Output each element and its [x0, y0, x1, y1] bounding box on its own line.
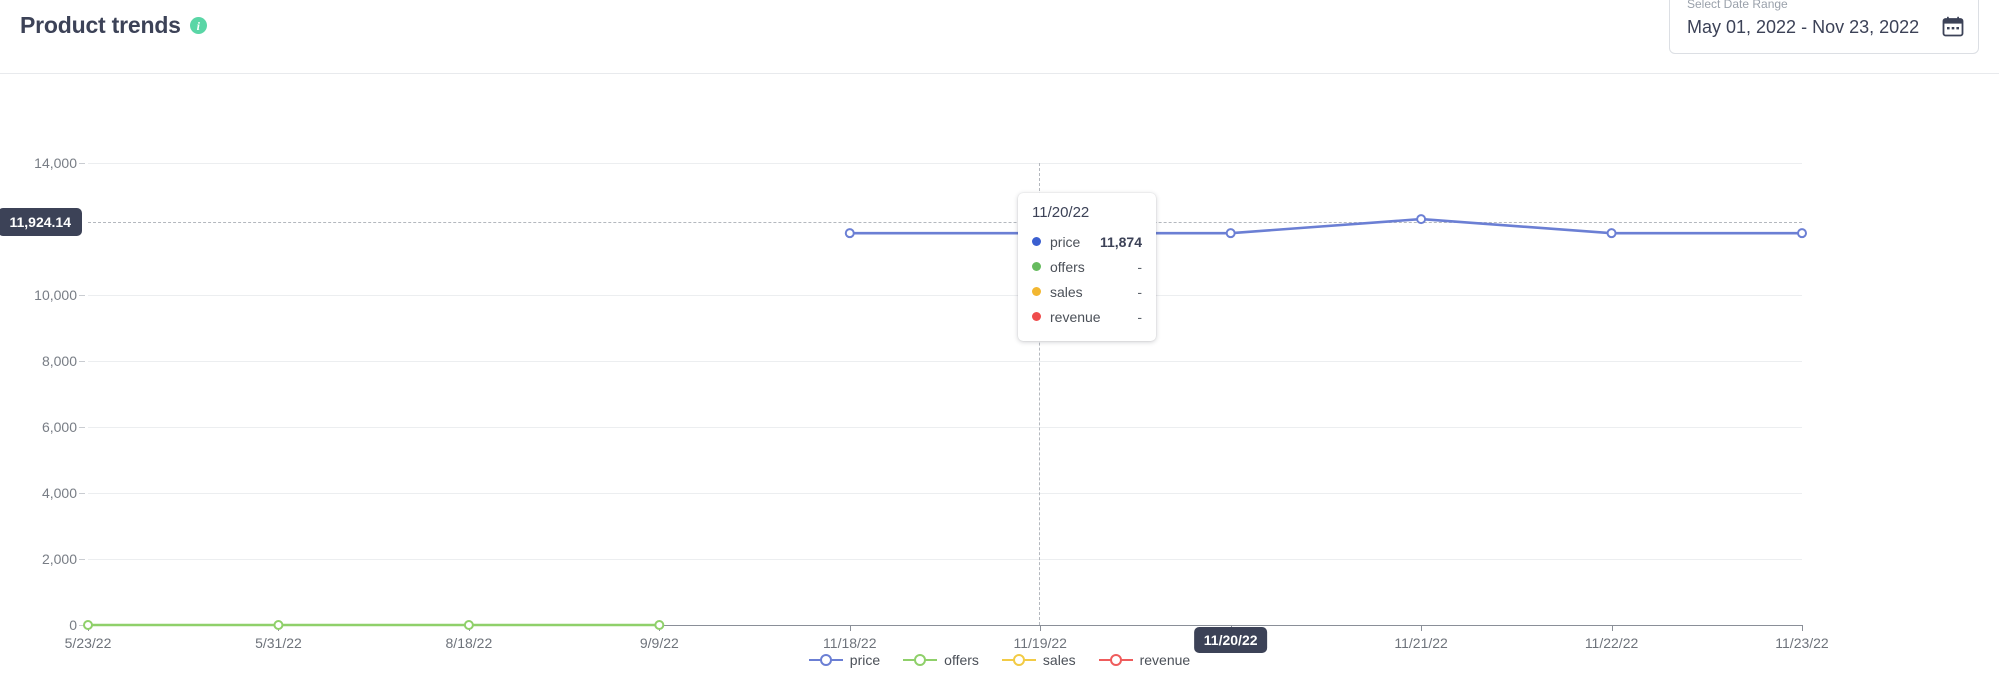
x-tick-label: 11/19/22 — [1013, 635, 1067, 651]
legend-item-sales[interactable]: sales — [1001, 652, 1076, 668]
tooltip-series-name: price — [1050, 233, 1081, 250]
date-range-picker[interactable]: Select Date Range May 01, 2022 - Nov 23,… — [1669, 0, 1979, 54]
tooltip-series-dot-icon — [1032, 262, 1041, 271]
legend-item-offers[interactable]: offers — [903, 652, 979, 668]
date-range-value: May 01, 2022 - Nov 23, 2022 — [1687, 17, 1920, 37]
page-header: Product trends i Select Date Range May 0… — [0, 0, 1999, 74]
y-tick-mark — [79, 427, 85, 428]
y-tick-label: 14,000 — [34, 155, 77, 171]
y-tick-label: 10,000 — [34, 287, 77, 303]
reference-value-badge: 11,924.14 — [0, 208, 82, 237]
legend-item-revenue[interactable]: revenue — [1098, 652, 1191, 668]
product-trends-chart: 0 2,000 4,000 6,000 8,000 10,000 14,000 5/23/2… — [0, 74, 1999, 687]
data-point[interactable] — [1417, 215, 1425, 223]
tooltip-series-name: sales — [1050, 283, 1083, 300]
tooltip-series-value: - — [1137, 258, 1142, 275]
series-offers — [84, 621, 663, 629]
tooltip-row: offers - — [1032, 254, 1142, 279]
x-tick-label: 11/23/22 — [1775, 635, 1829, 651]
legend-marker-icon — [808, 654, 843, 666]
x-tick-mark — [1611, 625, 1613, 631]
x-tick-label: 8/18/22 — [445, 635, 493, 651]
chart-series-layer — [88, 163, 1802, 625]
tooltip-row: sales - — [1032, 279, 1142, 304]
x-tick-label: 5/23/22 — [64, 635, 112, 651]
x-tick-label: 5/31/22 — [255, 635, 302, 651]
data-point[interactable] — [1608, 229, 1616, 237]
x-tick-mark — [849, 625, 851, 631]
legend-label: sales — [1042, 652, 1076, 668]
y-tick-mark — [79, 295, 85, 296]
data-point[interactable] — [655, 621, 663, 629]
y-tick-mark — [79, 163, 85, 164]
y-tick-label: 4,000 — [41, 485, 77, 501]
tooltip-series-dot-icon — [1032, 312, 1041, 321]
tooltip-date: 11/20/22 — [1032, 204, 1090, 221]
data-point[interactable] — [1227, 229, 1235, 237]
x-tick-label: 11/22/22 — [1584, 635, 1639, 651]
tooltip-series-value: - — [1137, 283, 1142, 300]
data-point[interactable] — [1798, 229, 1806, 237]
x-tick-label: 11/18/22 — [823, 635, 877, 651]
tooltip-series-name: offers — [1050, 258, 1085, 275]
x-tick-label: 9/9/22 — [639, 635, 679, 651]
tooltip-series-name: revenue — [1050, 308, 1101, 325]
data-point[interactable] — [84, 621, 92, 629]
tooltip-row: price 11,874 — [1032, 229, 1142, 254]
tooltip-series-dot-icon — [1032, 287, 1041, 296]
y-tick-label: 6,000 — [41, 419, 77, 435]
series-price — [846, 215, 1806, 237]
x-tick-label-active: 11/20/22 — [1193, 627, 1268, 653]
chart-plot-area[interactable]: 0 2,000 4,000 6,000 8,000 10,000 14,000 5/23/2… — [0, 155, 1829, 653]
tooltip-series-value: 11,874 — [1099, 233, 1142, 250]
calendar-icon[interactable] — [1942, 16, 1964, 37]
page-title-group: Product trends i — [20, 12, 207, 39]
tooltip-series-dot-icon — [1032, 237, 1041, 246]
y-tick-label: 0 — [69, 617, 77, 633]
y-tick-mark — [79, 559, 85, 560]
chart-tooltip: 11/20/22 price 11,874 offers - sales - revenue… — [1018, 193, 1156, 341]
data-point[interactable] — [465, 621, 473, 629]
chart-legend[interactable]: price offers sales revenue — [0, 652, 1999, 668]
legend-marker-icon — [1098, 654, 1133, 666]
y-tick-label: 8,000 — [41, 353, 77, 369]
tooltip-series-value: - — [1137, 308, 1142, 325]
data-point[interactable] — [274, 621, 282, 629]
data-point[interactable] — [846, 229, 854, 237]
y-tick-mark — [79, 361, 85, 362]
legend-label: revenue — [1139, 652, 1191, 668]
tooltip-row: revenue - — [1032, 304, 1142, 329]
legend-marker-icon — [1001, 654, 1036, 666]
legend-label: price — [849, 652, 881, 668]
y-tick-mark — [79, 493, 85, 494]
legend-label: offers — [944, 652, 979, 668]
x-tick-mark — [1040, 625, 1042, 631]
date-range-legend: Select Date Range — [1684, 0, 1791, 11]
y-tick-label: 2,000 — [41, 551, 77, 567]
legend-marker-icon — [903, 654, 938, 666]
page-title: Product trends — [20, 12, 181, 38]
x-tick-mark — [1802, 625, 1803, 631]
info-icon[interactable]: i — [189, 17, 207, 34]
x-tick-label: 11/21/22 — [1394, 635, 1448, 651]
x-tick-mark — [1421, 625, 1423, 631]
legend-item-price[interactable]: price — [808, 652, 881, 668]
